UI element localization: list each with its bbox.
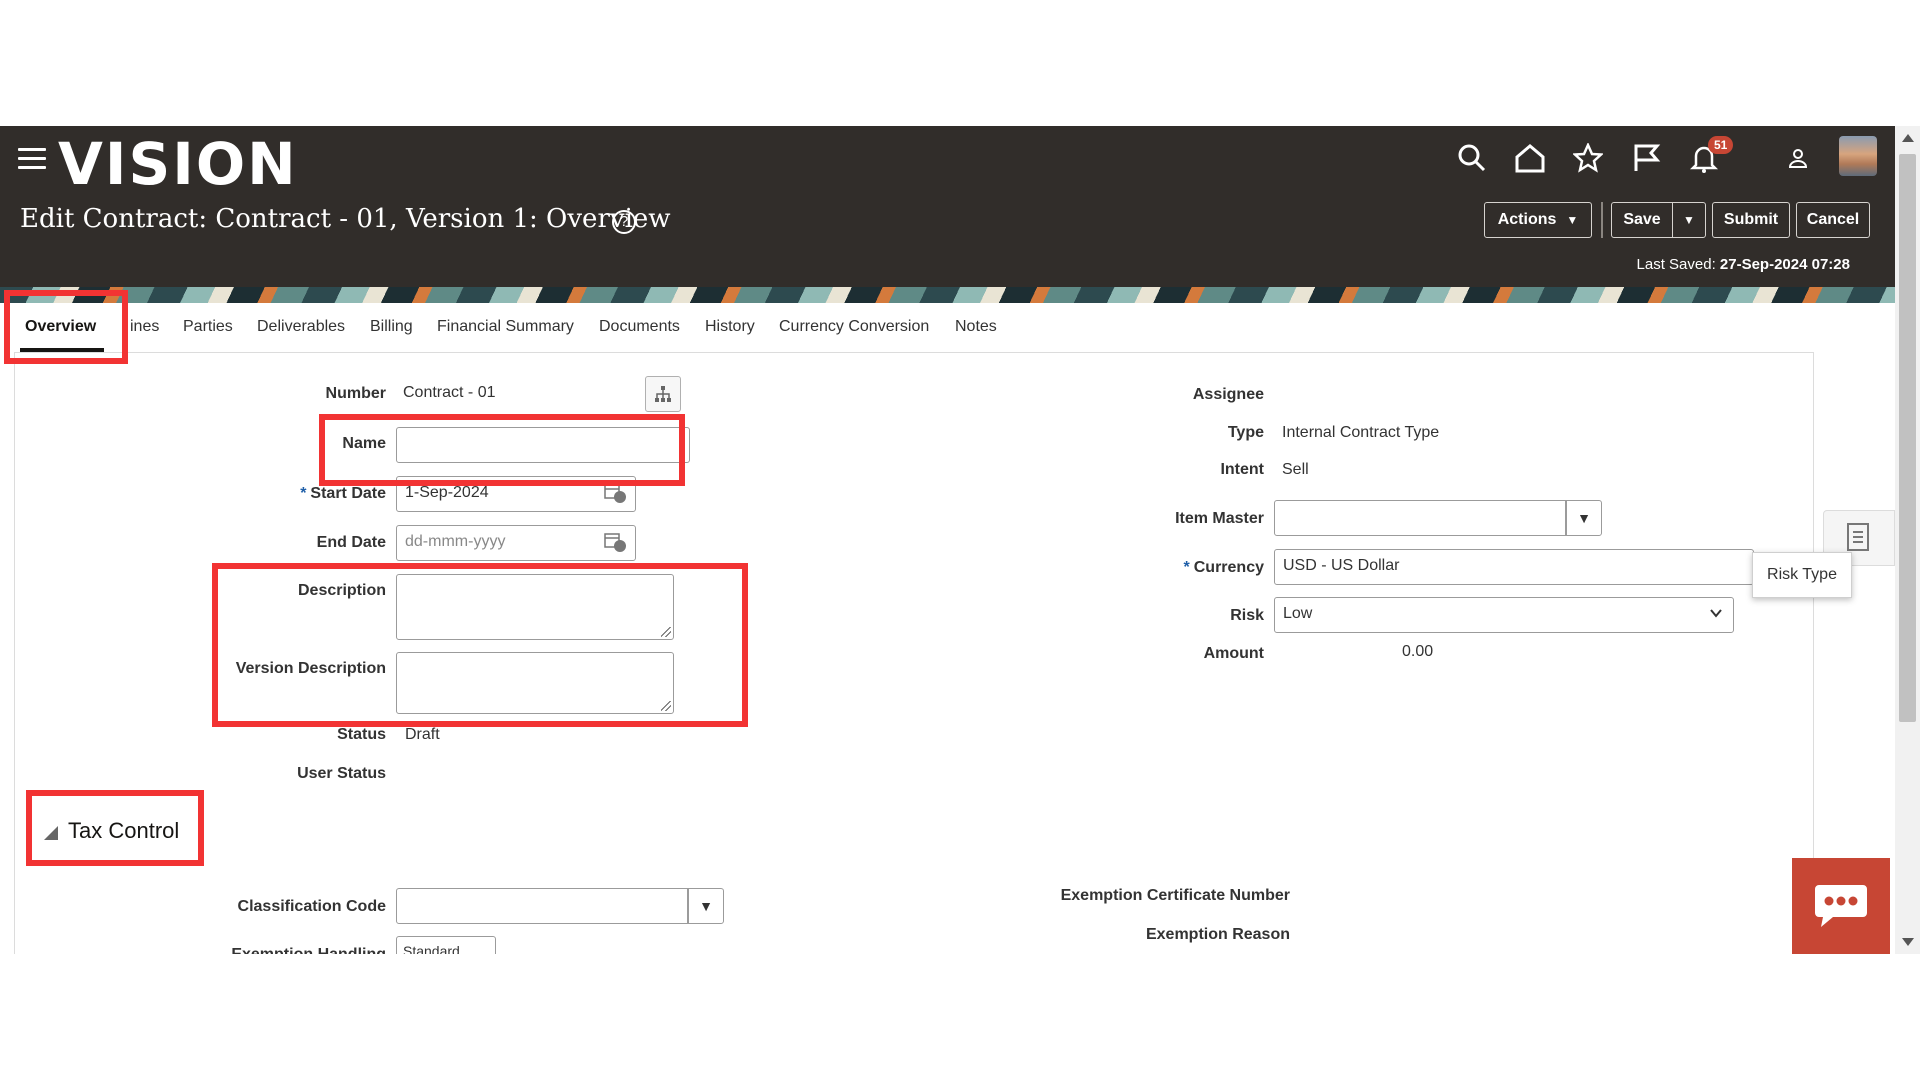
page-title: Edit Contract: Contract - 01, Version 1:… xyxy=(20,204,671,234)
tab-documents[interactable]: Documents xyxy=(599,318,680,336)
vision-logo[interactable]: VISION xyxy=(58,130,298,198)
decorative-banner xyxy=(0,287,1895,303)
highlight-box-tax-control xyxy=(26,790,204,866)
status-value: Draft xyxy=(405,726,440,743)
global-header: VISION 51 Edit Contract: Contract - 01, … xyxy=(0,126,1895,287)
end-date-field[interactable]: dd-mmm-yyyy xyxy=(396,525,636,561)
chevron-down-icon[interactable]: ▼ xyxy=(688,888,724,924)
risk-type-tooltip: Risk Type xyxy=(1752,552,1852,598)
risk-select[interactable]: Low xyxy=(1274,597,1734,633)
chevron-down-icon[interactable]: ▼ xyxy=(1566,500,1602,536)
type-label: Type xyxy=(1227,424,1264,441)
tab-history[interactable]: History xyxy=(705,318,755,336)
highlight-box-descriptions xyxy=(212,563,748,727)
tab-currency-conversion[interactable]: Currency Conversion xyxy=(779,318,929,336)
scroll-thumb[interactable] xyxy=(1899,154,1916,722)
chevron-down-icon: ▼ xyxy=(1566,213,1579,227)
start-date-label: * Start Date xyxy=(250,485,386,503)
tab-financial-summary[interactable]: Financial Summary xyxy=(437,318,574,336)
type-value: Internal Contract Type xyxy=(1282,424,1440,441)
last-saved-label: Last Saved: xyxy=(1636,256,1716,273)
hamburger-icon[interactable] xyxy=(18,148,46,170)
scroll-down-icon[interactable] xyxy=(1902,938,1914,946)
tab-deliverables[interactable]: Deliverables xyxy=(257,318,345,336)
actions-button[interactable]: Actions ▼ xyxy=(1484,202,1592,238)
last-saved-value: 27-Sep-2024 07:28 xyxy=(1719,256,1850,273)
avatar[interactable] xyxy=(1839,136,1877,176)
calendar-icon[interactable] xyxy=(603,531,629,553)
toolbar-divider xyxy=(1601,202,1603,238)
risk-value: Low xyxy=(1283,605,1313,622)
start-date-label-text: Start Date xyxy=(310,485,386,502)
highlight-box-overview xyxy=(4,290,128,364)
hierarchy-icon[interactable] xyxy=(645,376,681,412)
chat-icon xyxy=(1815,885,1867,927)
required-icon: * xyxy=(300,485,307,502)
currency-field[interactable]: USD - US Dollar xyxy=(1274,549,1754,585)
tab-notes[interactable]: Notes xyxy=(955,318,997,336)
user-icon[interactable] xyxy=(1778,138,1818,178)
number-label: Number xyxy=(325,385,386,402)
classification-code-label: Classification Code xyxy=(237,898,386,915)
highlight-box-name xyxy=(319,414,685,486)
home-icon[interactable] xyxy=(1510,138,1550,178)
submit-button[interactable]: Submit xyxy=(1712,202,1790,238)
tab-billing[interactable]: Billing xyxy=(370,318,413,336)
end-date-label: End Date xyxy=(316,534,386,551)
actions-label: Actions xyxy=(1497,211,1557,228)
currency-label-text: Currency xyxy=(1193,559,1264,576)
save-button[interactable]: Save xyxy=(1611,202,1673,238)
intent-label: Intent xyxy=(1220,461,1264,478)
exemption-handling-label: Exemption Handling xyxy=(200,946,386,954)
tab-lines[interactable]: ines xyxy=(130,318,159,336)
tab-parties[interactable]: Parties xyxy=(183,318,233,336)
status-label: Status xyxy=(337,726,386,743)
exemption-reason-label: Exemption Reason xyxy=(1145,926,1290,943)
amount-value: 0.00 xyxy=(1402,643,1434,660)
save-options-chevron-icon[interactable]: ▼ xyxy=(1672,202,1706,238)
exemption-certificate-label: Exemption Certificate Number xyxy=(1060,887,1290,904)
exemption-handling-select[interactable]: Standard xyxy=(396,936,496,954)
cancel-button[interactable]: Cancel xyxy=(1796,202,1870,238)
intent-value: Sell xyxy=(1282,461,1309,478)
search-icon[interactable] xyxy=(1452,138,1492,178)
flag-icon[interactable] xyxy=(1626,138,1666,178)
help-icon[interactable]: ? xyxy=(612,210,636,234)
item-master-label: Item Master xyxy=(1175,510,1264,527)
user-status-label: User Status xyxy=(297,765,386,782)
chat-button[interactable] xyxy=(1792,858,1890,954)
last-saved: Last Saved: 27-Sep-2024 07:28 xyxy=(1637,256,1850,273)
star-icon[interactable] xyxy=(1568,138,1608,178)
scroll-up-icon[interactable] xyxy=(1902,134,1914,142)
required-icon: * xyxy=(1183,559,1190,576)
currency-label: * Currency xyxy=(1100,559,1264,577)
risk-label: Risk xyxy=(1230,607,1264,624)
chevron-down-icon xyxy=(1709,606,1723,625)
assignee-label: Assignee xyxy=(1192,386,1264,403)
app-frame: VISION 51 Edit Contract: Contract - 01, … xyxy=(0,126,1920,954)
notification-badge: 51 xyxy=(1708,136,1734,154)
classification-code-field[interactable] xyxy=(396,888,688,924)
item-master-field[interactable] xyxy=(1274,500,1566,536)
vertical-scrollbar[interactable] xyxy=(1895,126,1920,954)
number-value: Contract - 01 xyxy=(403,384,496,401)
amount-label: Amount xyxy=(1203,645,1264,662)
